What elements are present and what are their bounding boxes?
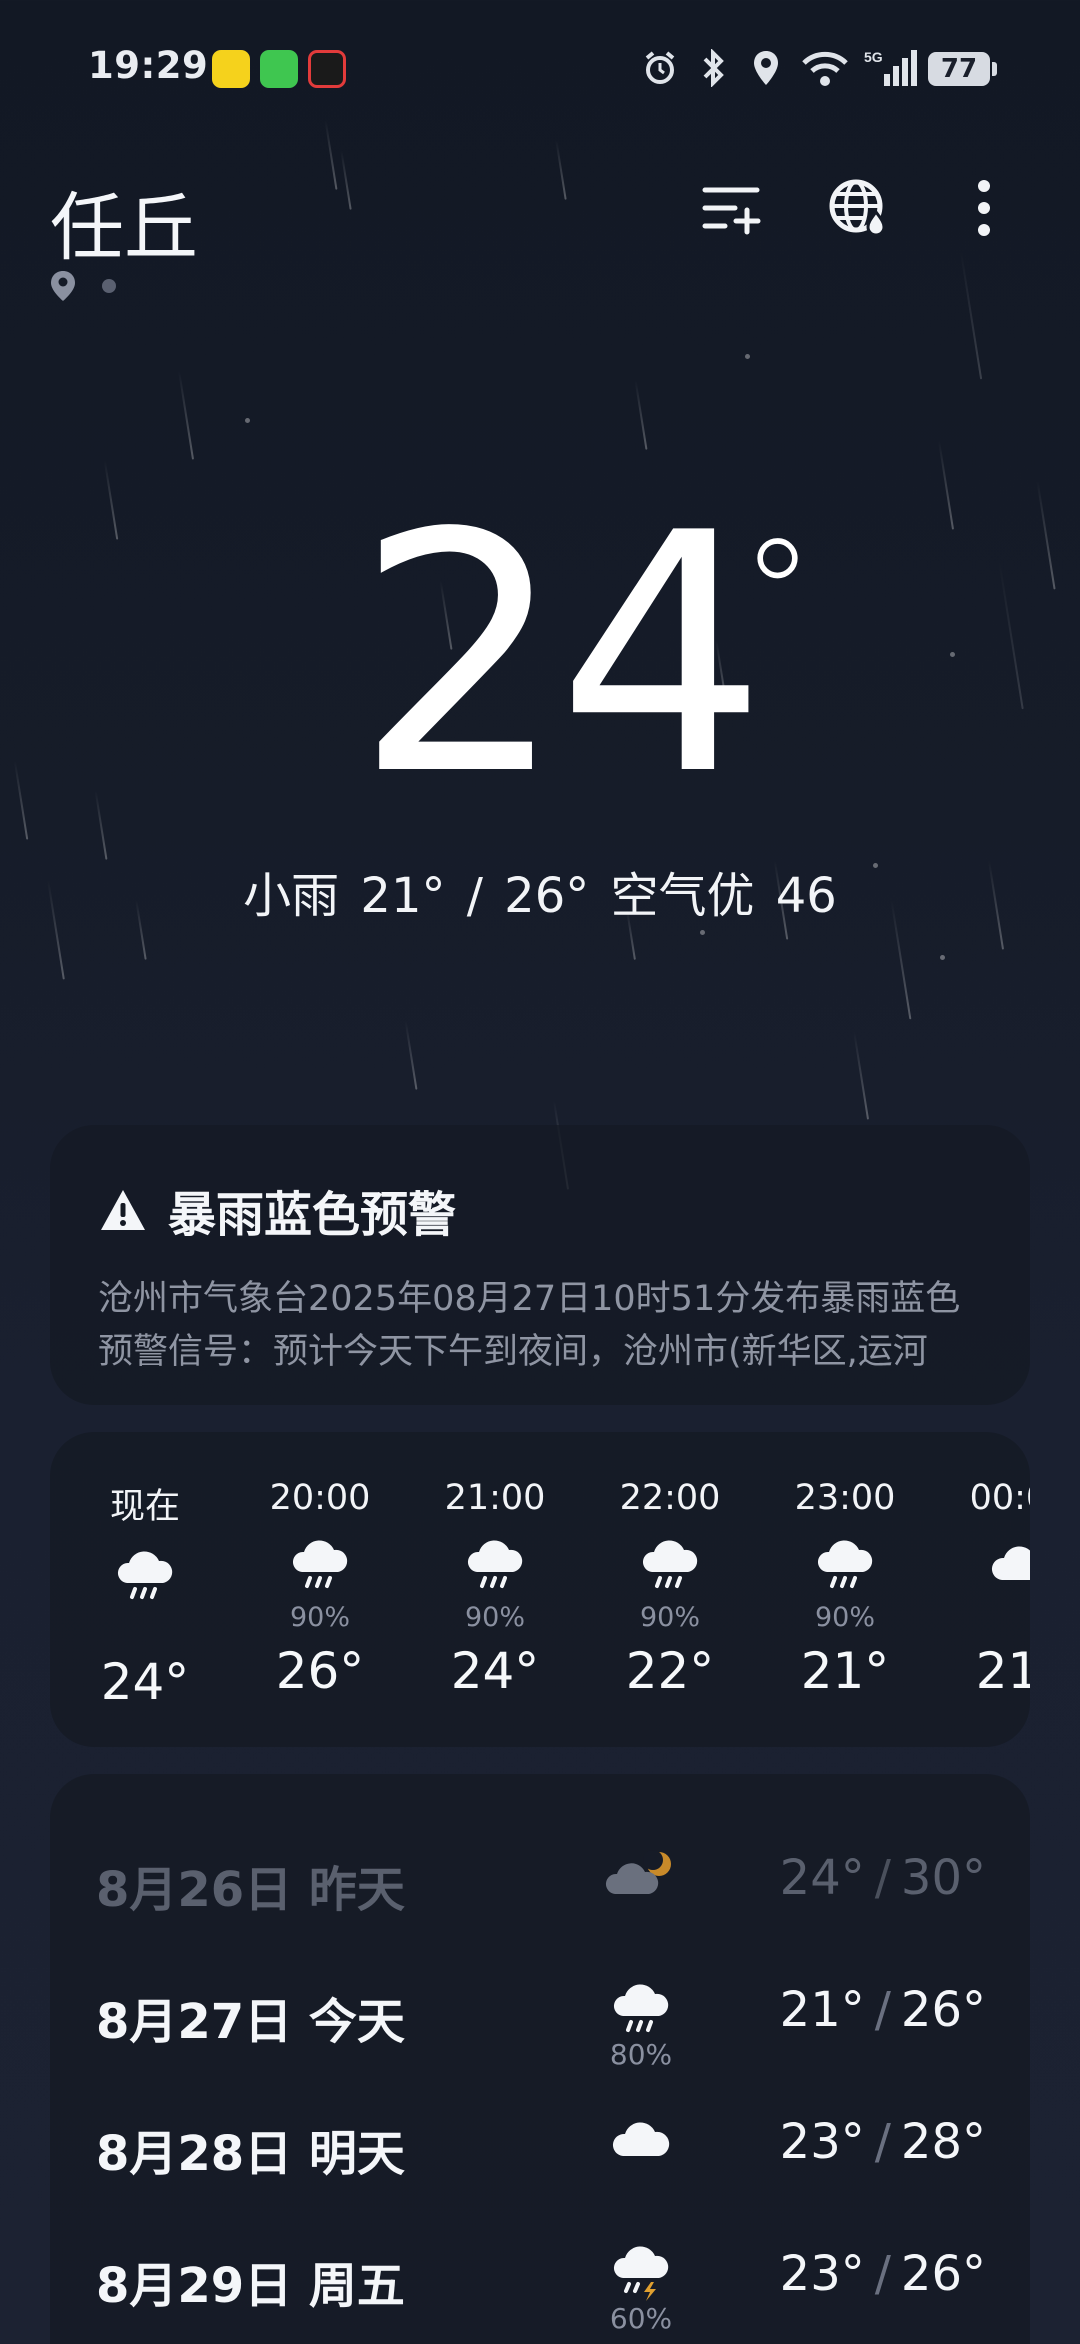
- day-temperature-range: 23°/28°: [780, 2114, 986, 2170]
- day-temperature-range: 24°/30°: [780, 1850, 986, 1906]
- city-page-indicator: [50, 270, 116, 302]
- day-low: 23°: [779, 2246, 865, 2302]
- day-low: 23°: [779, 2114, 865, 2170]
- cloud-icon: [945, 1534, 1030, 1606]
- hourly-item[interactable]: 00:00 21°: [945, 1478, 1030, 1700]
- rain-cloud-icon: [595, 1534, 745, 1606]
- partly-cloudy-night-icon: [596, 1846, 686, 1902]
- thunderstorm-icon: 60%: [596, 2242, 686, 2335]
- hour-temperature: 24°: [450, 1642, 540, 1700]
- rain-cloud-icon: [770, 1534, 920, 1606]
- message-notification-icon: [260, 50, 298, 88]
- day-low: 24°: [779, 1850, 865, 1906]
- hour-precipitation: 90%: [464, 1602, 525, 1633]
- hour-temperature: 21°: [800, 1642, 890, 1700]
- location-icon: [748, 48, 784, 88]
- hour-time: 23:00: [794, 1478, 896, 1518]
- rain-cloud-icon: [420, 1534, 570, 1606]
- add-city-icon: [702, 187, 761, 235]
- day-temperature-range: 23°/26°: [780, 2246, 986, 2302]
- day-high: 26°: [900, 2246, 986, 2302]
- hour-time: 20:00: [269, 1478, 371, 1518]
- hourly-item[interactable]: 23:00 90% 21°: [770, 1478, 920, 1700]
- day-high: 30°: [900, 1850, 986, 1906]
- alert-description: 沧州市气象台2025年08月27日10时51分发布暴雨蓝色预警信号：预计今天下午…: [98, 1279, 961, 1372]
- status-time: 19:29: [88, 44, 209, 87]
- hour-temperature: 26°: [275, 1642, 365, 1700]
- hour-time: 00:00: [969, 1478, 1030, 1518]
- rain-cloud-icon: [70, 1545, 220, 1617]
- city-name[interactable]: 任丘: [50, 168, 198, 275]
- status-bar: 19:29 5G 77: [0, 0, 1080, 140]
- day-precipitation: 60%: [609, 2302, 673, 2335]
- hour-temperature: 21°: [975, 1642, 1030, 1700]
- day-date: 8月27日 今天: [96, 1994, 405, 2050]
- hourly-item[interactable]: 22:00 90% 22°: [595, 1478, 745, 1700]
- bluetooth-icon: [696, 48, 732, 88]
- cloud-icon: [596, 2110, 686, 2166]
- current-location-icon: [51, 271, 75, 301]
- alert-title: 暴雨蓝色预警: [168, 1187, 457, 1243]
- cellular-signal-icon: 5G: [862, 48, 918, 88]
- hour-precipitation: [70, 1613, 220, 1647]
- day-temperature-range: 21°/26°: [780, 1982, 986, 2038]
- warning-icon: [101, 1190, 145, 1230]
- current-temperature: 24 °: [0, 490, 1080, 820]
- hourly-item[interactable]: 现在 24°: [70, 1478, 220, 1711]
- global-weather-button[interactable]: [822, 172, 894, 244]
- temp-separator: /: [874, 1982, 891, 2038]
- daily-forecast-card[interactable]: 8月26日 昨天 24°/30° 8月27日 今天 80% 21°/26° 8月…: [50, 1774, 1030, 2344]
- day-precipitation: 80%: [609, 2038, 673, 2071]
- degree-symbol: °: [740, 508, 815, 682]
- hourly-item[interactable]: 21:00 90% 24°: [420, 1478, 570, 1700]
- hourly-item[interactable]: 20:00 90% 26°: [245, 1478, 395, 1700]
- app-notification-icon: [212, 50, 250, 88]
- battery-indicator: 77: [928, 52, 997, 86]
- rain-cloud-icon: 80%: [596, 1978, 686, 2071]
- temp-separator: /: [874, 1850, 891, 1906]
- hour-temperature: 24°: [100, 1653, 190, 1711]
- day-high: 28°: [900, 2114, 986, 2170]
- more-options-button[interactable]: [948, 172, 1020, 244]
- app-notification-icon: [308, 50, 346, 88]
- daily-row[interactable]: 8月26日 昨天 24°/30°: [96, 1836, 986, 1936]
- hour-time: 21:00: [444, 1478, 546, 1518]
- weather-summary[interactable]: 小雨 21° / 26° 空气优 46: [0, 856, 1080, 926]
- hour-time: 22:00: [619, 1478, 721, 1518]
- wifi-icon: [798, 48, 852, 88]
- hour-temperature: 22°: [625, 1642, 715, 1700]
- hour-precipitation: 90%: [289, 1602, 350, 1633]
- current-temperature-value: 24: [355, 463, 767, 847]
- daily-row[interactable]: 8月29日 周五 60% 23°/26°: [96, 2232, 986, 2335]
- manage-cities-button[interactable]: [696, 172, 768, 244]
- day-date: 8月29日 周五: [96, 2258, 405, 2314]
- daily-row[interactable]: 8月27日 今天 80% 21°/26°: [96, 1968, 986, 2071]
- hour-precipitation: 90%: [814, 1602, 875, 1633]
- alert-title-row: 暴雨蓝色预警: [98, 1175, 982, 1245]
- hour-precipitation: 90%: [639, 1602, 700, 1633]
- globe-icon: [829, 179, 886, 237]
- day-low: 21°: [779, 1982, 865, 2038]
- more-vertical-icon: [978, 180, 990, 236]
- weather-alert-card[interactable]: 暴雨蓝色预警 沧州市气象台2025年08月27日10时51分发布暴雨蓝色预警信号…: [50, 1125, 1030, 1405]
- temp-separator: /: [874, 2114, 891, 2170]
- hour-time: 现在: [109, 1487, 180, 1527]
- daily-row[interactable]: 8月28日 明天 23°/28°: [96, 2100, 986, 2200]
- temp-separator: /: [874, 2246, 891, 2302]
- rain-cloud-icon: [245, 1534, 395, 1606]
- hour-precipitation: [945, 1602, 1030, 1636]
- day-date: 8月28日 明天: [96, 2126, 405, 2182]
- hourly-forecast-card[interactable]: 现在 24° 20:00 90% 26° 21:00 90% 24° 22:00…: [50, 1432, 1030, 1747]
- day-high: 26°: [900, 1982, 986, 2038]
- alarm-icon: [640, 48, 680, 88]
- network-type-label: 5G: [864, 49, 883, 65]
- day-date: 8月26日 昨天: [96, 1862, 405, 1918]
- page-dot: [102, 279, 116, 293]
